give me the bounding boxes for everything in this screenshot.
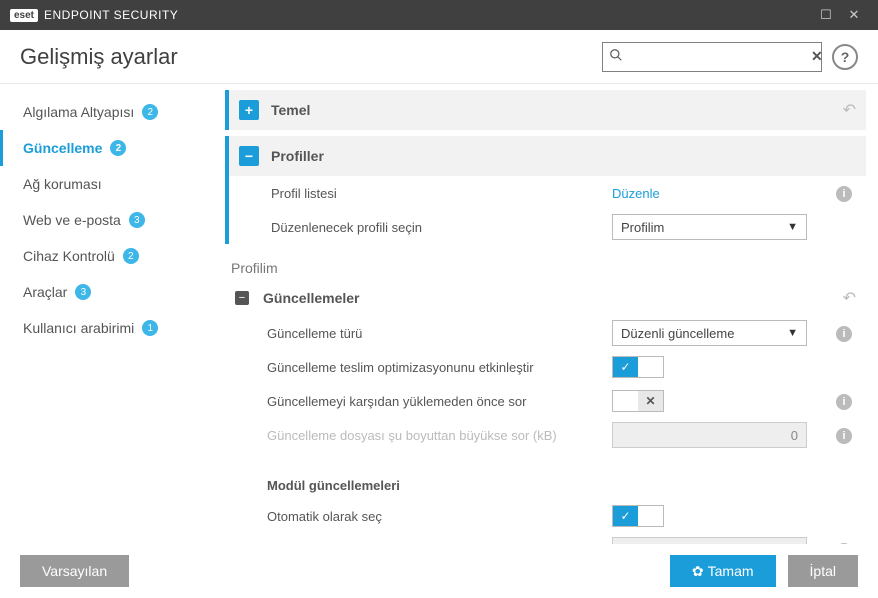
sidebar-item-label: Ağ koruması [23,176,102,192]
row-label: Güncellemeyi karşıdan yüklemeden önce so… [267,394,612,409]
sidebar-item-label: Araçlar [23,284,67,300]
sidebar-item-ui[interactable]: Kullanıcı arabirimi 1 [0,310,225,346]
info-icon[interactable]: i [836,428,852,444]
group-updates: − Güncellemeler ↶ [225,280,866,316]
sidebar-item-label: Algılama Altyapısı [23,104,134,120]
info-icon[interactable]: i [836,186,852,202]
sidebar-badge: 2 [123,248,139,264]
maximize-button[interactable]: ☐ [812,0,840,30]
search-icon [609,48,623,65]
row-label: Güncelleme teslim optimizasyonunu etkinl… [267,360,612,375]
info-icon[interactable]: i [836,326,852,342]
row-select-profile: Düzenlenecek profili seçin Profilim ▼ [229,210,866,244]
undo-icon[interactable]: ↶ [843,100,856,120]
sidebar-item-tools[interactable]: Araçlar 3 [0,274,225,310]
sidebar-item-label: Cihaz Kontrolü [23,248,115,264]
sidebar-badge: 3 [75,284,91,300]
sidebar-item-detection[interactable]: Algılama Altyapısı 2 [0,94,225,130]
footer: Varsayılan ✿ Tamam İptal [0,544,878,598]
row-label: Güncelleme türü [267,326,612,341]
brand-logo: eset [10,9,38,22]
ask-toggle[interactable]: ✕ [612,390,664,412]
header-bar: Gelişmiş ayarlar ✕ ? [0,30,878,84]
sidebar-item-label: Kullanıcı arabirimi [23,320,134,336]
page-title: Gelişmiş ayarlar [20,44,178,70]
ok-label: Tamam [708,563,754,579]
cancel-button[interactable]: İptal [788,555,858,587]
sidebar-item-device-control[interactable]: Cihaz Kontrolü 2 [0,238,225,274]
sidebar-badge: 3 [129,212,145,228]
auto-select-toggle[interactable]: ✓ [612,505,664,527]
row-delivery-opt: Güncelleme teslim optimizasyonunu etkinl… [225,350,866,384]
undo-icon[interactable]: ↶ [843,288,856,308]
row-size-threshold: Güncelleme dosyası şu boyuttan büyükse s… [225,418,866,452]
close-button[interactable]: ✕ [840,0,868,30]
shield-icon: ✿ [692,563,704,580]
row-ask-before-download: Güncellemeyi karşıdan yüklemeden önce so… [225,384,866,418]
ok-button[interactable]: ✿ Tamam [670,555,776,587]
help-button[interactable]: ? [832,44,858,70]
sidebar-item-label: Güncelleme [23,140,102,156]
clear-search-icon[interactable]: ✕ [811,48,823,65]
sidebar-badge: 1 [142,320,158,336]
sidebar-badge: 2 [110,140,126,156]
row-label: Profil listesi [271,186,612,201]
search-input[interactable] [629,49,805,64]
collapse-icon[interactable]: − [235,291,249,305]
chevron-down-icon: ▼ [787,221,798,233]
content-area: + Temel ↶ − Profiller Profil listesi Düz… [225,84,878,544]
default-button[interactable]: Varsayılan [20,555,129,587]
row-label: Düzenlenecek profili seçin [271,220,612,235]
chevron-down-icon: ▼ [787,327,798,339]
section-profiles: − Profiller Profil listesi Düzenle i Düz… [225,136,866,244]
row-update-type: Güncelleme türü Düzenli güncelleme ▼ i [225,316,866,350]
expand-icon[interactable]: + [239,100,259,120]
row-custom-server: Özel sunucu Otomatik olarak seç i [225,533,866,544]
update-type-select[interactable]: Düzenli güncelleme ▼ [612,320,807,346]
sidebar-badge: 2 [142,104,158,120]
sidebar-item-label: Web ve e-posta [23,212,121,228]
row-label: Güncelleme dosyası şu boyuttan büyükse s… [267,428,612,443]
custom-server-input: Otomatik olarak seç [612,537,807,544]
check-icon: ✓ [613,357,638,377]
section-basic: + Temel ↶ [225,90,866,130]
collapse-icon[interactable]: − [239,146,259,166]
edit-link[interactable]: Düzenle [612,186,660,201]
group-title: Güncellemeler [263,290,843,306]
check-icon: ✓ [613,506,638,526]
row-profile-list: Profil listesi Düzenle i [229,176,866,210]
select-value: Profilim [621,220,787,235]
row-auto-select: Otomatik olarak seç ✓ [225,499,866,533]
module-updates-title: Modül güncellemeleri [225,452,866,499]
titlebar: eset ENDPOINT SECURITY ☐ ✕ [0,0,878,30]
select-value: Düzenli güncelleme [621,326,787,341]
sidebar-item-update[interactable]: Güncelleme 2 [0,130,225,166]
sidebar-item-network[interactable]: Ağ koruması [0,166,225,202]
search-box[interactable]: ✕ [602,42,822,72]
profile-select[interactable]: Profilim ▼ [612,214,807,240]
section-title: Temel [271,102,843,118]
info-icon[interactable]: i [836,394,852,410]
size-input: 0 [612,422,807,448]
app-name: ENDPOINT SECURITY [44,8,178,22]
x-icon: ✕ [638,391,663,411]
row-label: Otomatik olarak seç [267,509,612,524]
delivery-opt-toggle[interactable]: ✓ [612,356,664,378]
sidebar-item-web-email[interactable]: Web ve e-posta 3 [0,202,225,238]
profile-subheader: Profilim [225,250,866,280]
sidebar: Algılama Altyapısı 2 Güncelleme 2 Ağ korum… [0,84,225,544]
section-title: Profiller [271,148,856,164]
